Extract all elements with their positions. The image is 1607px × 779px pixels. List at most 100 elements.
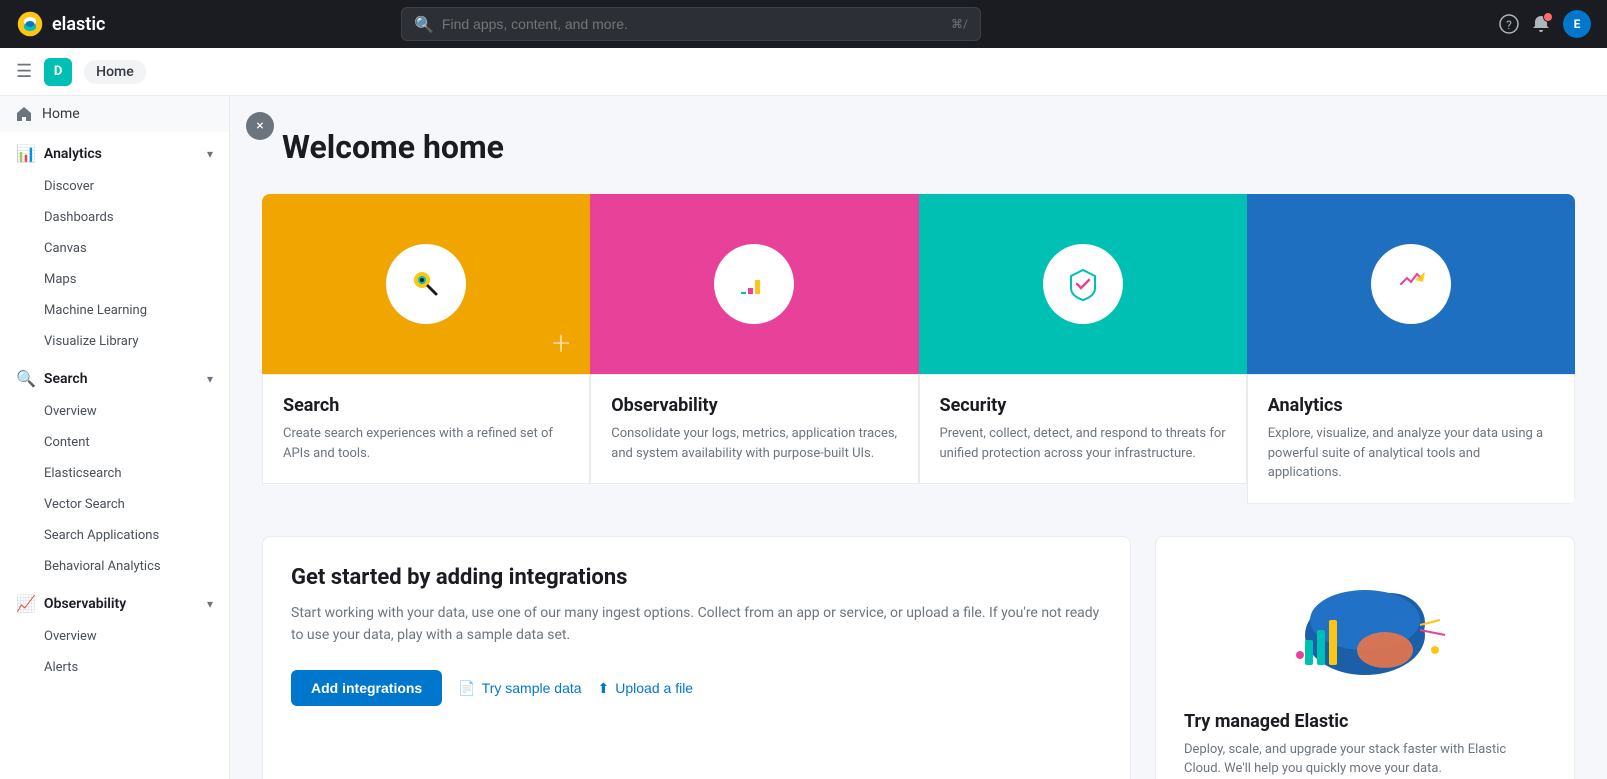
sidebar-item-visualize-library[interactable]: Visualize Library — [0, 326, 229, 357]
sidebar-item-vector-search[interactable]: Vector Search — [0, 489, 229, 520]
search-card-icon — [402, 260, 450, 308]
sidebar-item-search-applications[interactable]: Search Applications — [0, 520, 229, 551]
search-card-body: Search Create search experiences with a … — [262, 374, 590, 484]
search-card-title: Search — [283, 395, 569, 416]
help-icon[interactable]: ? — [1499, 14, 1519, 34]
security-card-icon — [1059, 260, 1107, 308]
sidebar-item-elasticsearch[interactable]: Elasticsearch — [0, 458, 229, 489]
sidebar-item-alerts[interactable]: Alerts — [0, 652, 229, 683]
sidebar-item-machine-learning[interactable]: Machine Learning — [0, 295, 229, 326]
close-button[interactable]: × — [246, 112, 274, 140]
elastic-wordmark: elastic — [52, 14, 105, 35]
analytics-section-title: 📊 Analytics — [16, 144, 102, 163]
security-card-body: Security Prevent, collect, detect, and r… — [919, 374, 1247, 484]
search-section-icon: 🔍 — [16, 369, 36, 388]
integrations-heading: Get started by adding integrations — [291, 565, 1102, 590]
breadcrumb-letter: D — [44, 58, 72, 86]
solution-card-search[interactable]: + Search Create search experiences with … — [262, 194, 590, 504]
sidebar: Home 📊 Analytics ▾ Discover Dashboards C… — [0, 96, 230, 779]
observability-card-icon — [730, 260, 778, 308]
sidebar-home-label: Home — [42, 106, 80, 122]
home-icon — [16, 106, 32, 122]
security-card-logo — [1043, 244, 1123, 324]
nav-actions: ? E — [1499, 10, 1591, 38]
upload-file-button[interactable]: ⬆ Upload a file — [598, 680, 694, 697]
analytics-card-description: Explore, visualize, and analyze your dat… — [1268, 424, 1554, 483]
security-card-header — [919, 194, 1247, 374]
analytics-card-body: Analytics Explore, visualize, and analyz… — [1247, 374, 1575, 504]
solution-card-observability[interactable]: Observability Consolidate your logs, met… — [590, 194, 918, 504]
analytics-card-logo — [1371, 244, 1451, 324]
observability-label: Observability — [44, 596, 126, 612]
search-card-header: + — [262, 194, 590, 374]
try-sample-data-button[interactable]: 📄 Try sample data — [458, 680, 581, 697]
analytics-icon: 📊 — [16, 144, 36, 163]
observability-card-body: Observability Consolidate your logs, met… — [590, 374, 918, 484]
sidebar-section-search[interactable]: 🔍 Search ▾ — [0, 357, 229, 396]
welcome-heading: Welcome home — [262, 128, 1575, 166]
security-card-description: Prevent, collect, detect, and respond to… — [940, 424, 1226, 463]
integrations-description: Start working with your data, use one of… — [291, 602, 1102, 647]
search-subitems: Overview Content Elasticsearch Vector Se… — [0, 396, 229, 582]
sample-data-label: Try sample data — [482, 680, 582, 696]
analytics-card-title: Analytics — [1268, 395, 1554, 416]
sidebar-item-home[interactable]: Home — [0, 96, 229, 132]
observability-chevron: ▾ — [207, 597, 213, 611]
observability-card-title: Observability — [611, 395, 897, 416]
solution-card-analytics[interactable]: Analytics Explore, visualize, and analyz… — [1247, 194, 1575, 504]
global-search-bar[interactable]: 🔍 ⌘/ — [401, 7, 981, 41]
app-layout: Home 📊 Analytics ▾ Discover Dashboards C… — [0, 96, 1607, 779]
managed-description: Deploy, scale, and upgrade your stack fa… — [1184, 740, 1546, 779]
top-navigation: elastic 🔍 ⌘/ ? E — [0, 0, 1607, 48]
upload-icon: ⬆ — [598, 680, 610, 697]
sidebar-section-analytics[interactable]: 📊 Analytics ▾ — [0, 132, 229, 171]
analytics-label: Analytics — [44, 146, 102, 162]
search-card-logo — [386, 244, 466, 324]
breadcrumb-home[interactable]: Home — [84, 60, 146, 84]
managed-illustration — [1184, 565, 1546, 695]
hamburger-menu[interactable]: ☰ — [16, 61, 32, 82]
svg-text:?: ? — [1506, 18, 1512, 32]
notifications-icon[interactable] — [1531, 14, 1551, 34]
search-icon: 🔍 — [414, 15, 434, 34]
observability-icon: 📈 — [16, 594, 36, 613]
observability-section-title: 📈 Observability — [16, 594, 126, 613]
sidebar-item-discover[interactable]: Discover — [0, 171, 229, 202]
elastic-logo-icon — [16, 10, 44, 38]
managed-elastic-section: Try managed Elastic Deploy, scale, and u… — [1155, 536, 1575, 779]
solution-card-security[interactable]: Security Prevent, collect, detect, and r… — [919, 194, 1247, 504]
sidebar-item-obs-overview[interactable]: Overview — [0, 621, 229, 652]
sidebar-item-behavioral-analytics[interactable]: Behavioral Analytics — [0, 551, 229, 582]
sidebar-section-observability[interactable]: 📈 Observability ▾ — [0, 582, 229, 621]
sidebar-item-maps[interactable]: Maps — [0, 264, 229, 295]
sidebar-item-canvas[interactable]: Canvas — [0, 233, 229, 264]
search-label: Search — [44, 371, 88, 387]
analytics-card-header — [1247, 194, 1575, 374]
analytics-card-icon — [1387, 260, 1435, 308]
security-card-title: Security — [940, 395, 1226, 416]
search-chevron: ▾ — [207, 372, 213, 386]
add-integrations-button[interactable]: Add integrations — [291, 670, 442, 706]
solution-cards-grid: + Search Create search experiences with … — [262, 194, 1575, 504]
cloud-illustration — [1265, 565, 1465, 695]
search-card-description: Create search experiences with a refined… — [283, 424, 569, 463]
sample-data-icon: 📄 — [458, 680, 475, 697]
user-avatar[interactable]: E — [1563, 10, 1591, 38]
analytics-subitems: Discover Dashboards Canvas Maps Machine … — [0, 171, 229, 357]
sidebar-item-search-overview[interactable]: Overview — [0, 396, 229, 427]
observability-card-logo — [714, 244, 794, 324]
bottom-grid: Get started by adding integrations Start… — [262, 536, 1575, 779]
observability-card-header — [590, 194, 918, 374]
search-shortcut: ⌘/ — [951, 17, 968, 31]
elastic-logo[interactable]: elastic — [16, 10, 136, 38]
second-bar: ☰ D Home — [0, 48, 1607, 96]
search-input[interactable] — [442, 16, 943, 32]
action-buttons: Add integrations 📄 Try sample data ⬆ Upl… — [291, 670, 1102, 706]
analytics-chevron: ▾ — [207, 147, 213, 161]
observability-card-description: Consolidate your logs, metrics, applicat… — [611, 424, 897, 463]
observability-subitems: Overview Alerts — [0, 621, 229, 683]
managed-heading: Try managed Elastic — [1184, 711, 1546, 732]
upload-label: Upload a file — [615, 680, 693, 696]
sidebar-item-content[interactable]: Content — [0, 427, 229, 458]
sidebar-item-dashboards[interactable]: Dashboards — [0, 202, 229, 233]
